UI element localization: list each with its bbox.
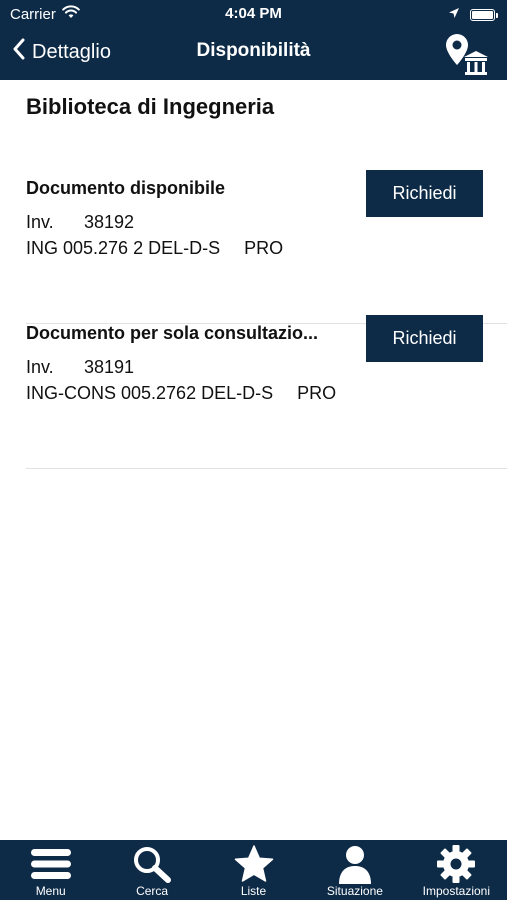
star-icon xyxy=(232,844,276,884)
status-bar: Carrier 4:04 PM xyxy=(0,0,507,28)
screen: Carrier 4:04 PM Dettaglio Disponibilità … xyxy=(0,0,507,900)
shelfmark: ING 005.276 2 DEL-D-S xyxy=(26,238,221,258)
page-title: Disponibilità xyxy=(196,40,311,61)
menu-icon xyxy=(29,844,73,884)
gear-icon xyxy=(434,844,478,884)
status-right-group xyxy=(448,6,498,23)
inventory-line: Inv. 38192 xyxy=(26,212,134,233)
shelfmark-line: ING 005.276 2 DEL-D-S PRO xyxy=(26,238,283,259)
shelfmark: ING-CONS 005.2762 DEL-D-S xyxy=(26,383,274,403)
tab-label: Menu xyxy=(35,884,66,898)
inventory-number: 38192 xyxy=(84,212,135,232)
tab-label: Impostazioni xyxy=(422,884,491,898)
location-arrow-icon xyxy=(448,6,460,23)
tab-status[interactable]: Situazione xyxy=(304,840,405,900)
library-location-button[interactable] xyxy=(443,32,489,76)
tab-bar: Menu Cerca Liste Situazione Impostazioni xyxy=(0,840,507,900)
battery-icon xyxy=(470,8,498,21)
library-name: Biblioteca di Ingegneria xyxy=(26,94,275,119)
tab-label: Cerca xyxy=(136,884,169,898)
tab-lists[interactable]: Liste xyxy=(203,840,304,900)
collection-code: PRO xyxy=(244,238,284,258)
availability-status: Documento disponibile xyxy=(26,178,226,198)
tab-menu[interactable]: Menu xyxy=(0,840,101,900)
top-bar: Carrier 4:04 PM Dettaglio Disponibilità xyxy=(0,0,507,80)
holding-item: Documento disponibile Inv. 38192 ING 005.… xyxy=(26,170,507,324)
inventory-label: Inv. xyxy=(26,212,54,232)
shelfmark-line: ING-CONS 005.2762 DEL-D-S PRO xyxy=(26,383,336,404)
request-button[interactable]: Richiedi xyxy=(366,170,483,217)
search-icon xyxy=(130,844,174,884)
holding-item: Documento per sola consultazio... Inv. 38… xyxy=(26,315,507,469)
tab-search[interactable]: Cerca xyxy=(101,840,202,900)
collection-code: PRO xyxy=(297,383,337,403)
request-button[interactable]: Richiedi xyxy=(366,315,483,362)
tab-label: Situazione xyxy=(326,884,383,898)
clock: 4:04 PM xyxy=(225,5,282,22)
availability-status: Documento per sola consultazio... xyxy=(26,323,319,343)
library-location-icon xyxy=(446,34,488,75)
inventory-label: Inv. xyxy=(26,357,54,377)
inventory-line: Inv. 38191 xyxy=(26,357,134,378)
tab-settings[interactable]: Impostazioni xyxy=(406,840,507,900)
user-icon xyxy=(333,844,377,884)
navigation-bar: Dettaglio Disponibilità xyxy=(0,28,507,80)
inventory-number: 38191 xyxy=(84,357,135,377)
tab-label: Liste xyxy=(240,884,267,898)
